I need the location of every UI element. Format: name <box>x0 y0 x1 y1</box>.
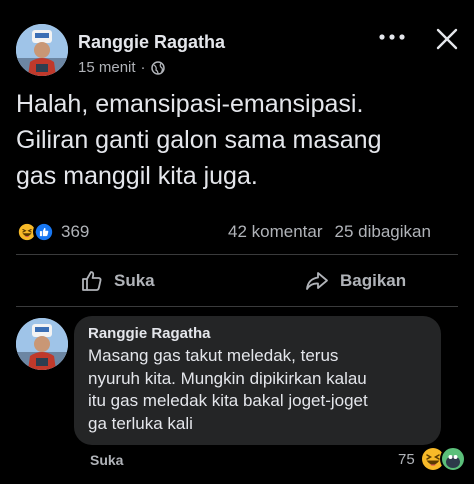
user-sticker-avatar-icon <box>440 446 466 472</box>
thumbs-up-icon <box>80 269 104 293</box>
comment-reaction-icons[interactable] <box>420 444 468 474</box>
comments-count[interactable]: 42 komentar <box>228 222 323 242</box>
comment-author-avatar[interactable] <box>16 318 68 370</box>
like-button[interactable]: Suka <box>80 269 155 293</box>
share-button-label: Bagikan <box>340 271 407 290</box>
comment-text: Masang gas takut meledak, terus nyuruh k… <box>88 345 427 435</box>
post-text-line: gas manggil kita juga. <box>16 162 258 190</box>
like-reaction-icon <box>33 221 55 243</box>
comment-text-line: nyuruh kita. Mungkin dipikirkan kalau <box>88 368 367 388</box>
more-dots-icon[interactable] <box>376 25 408 49</box>
comment-bubble[interactable]: Ranggie Ragatha Masang gas takut meledak… <box>74 316 441 445</box>
engagement-counts: 42 komentar 25 dibagikan <box>228 222 431 242</box>
comment-text-line: itu gas meledak kita bakal joget-joget <box>88 391 368 410</box>
post-text: Halah, emansipasi-emansipasi. Giliran ga… <box>16 86 456 194</box>
globe-icon <box>150 60 165 75</box>
like-button-label: Suka <box>114 271 155 290</box>
meta-separator: · <box>140 59 146 76</box>
share-button[interactable]: Bagikan <box>304 269 406 293</box>
share-arrow-icon <box>304 269 330 293</box>
close-icon[interactable] <box>432 24 462 54</box>
avatar-photo <box>16 318 68 370</box>
avatar-photo <box>16 24 68 76</box>
post-time[interactable]: 15 menit <box>78 59 136 76</box>
comment-reaction-count[interactable]: 75 <box>398 451 415 468</box>
post-text-line: Halah, emansipasi-emansipasi. <box>16 90 364 118</box>
divider-bottom <box>16 306 458 307</box>
post-author-avatar[interactable] <box>16 24 68 76</box>
post-text-line: Giliran ganti galon sama masang <box>16 126 382 154</box>
comment-text-line: ga terluka kali <box>88 413 193 433</box>
reaction-summary[interactable]: 369 <box>16 221 89 243</box>
post-meta: 15 menit · <box>78 59 165 76</box>
comment-text-line: Masang gas takut meledak, terus <box>88 346 339 365</box>
post-author-name[interactable]: Ranggie Ragatha <box>78 32 225 53</box>
reaction-icons <box>16 221 55 243</box>
divider-top <box>16 254 458 255</box>
comment-author-name[interactable]: Ranggie Ragatha <box>88 325 427 342</box>
comment-like-button[interactable]: Suka <box>90 452 123 468</box>
shares-count[interactable]: 25 dibagikan <box>335 222 431 242</box>
reaction-count: 369 <box>61 222 90 241</box>
